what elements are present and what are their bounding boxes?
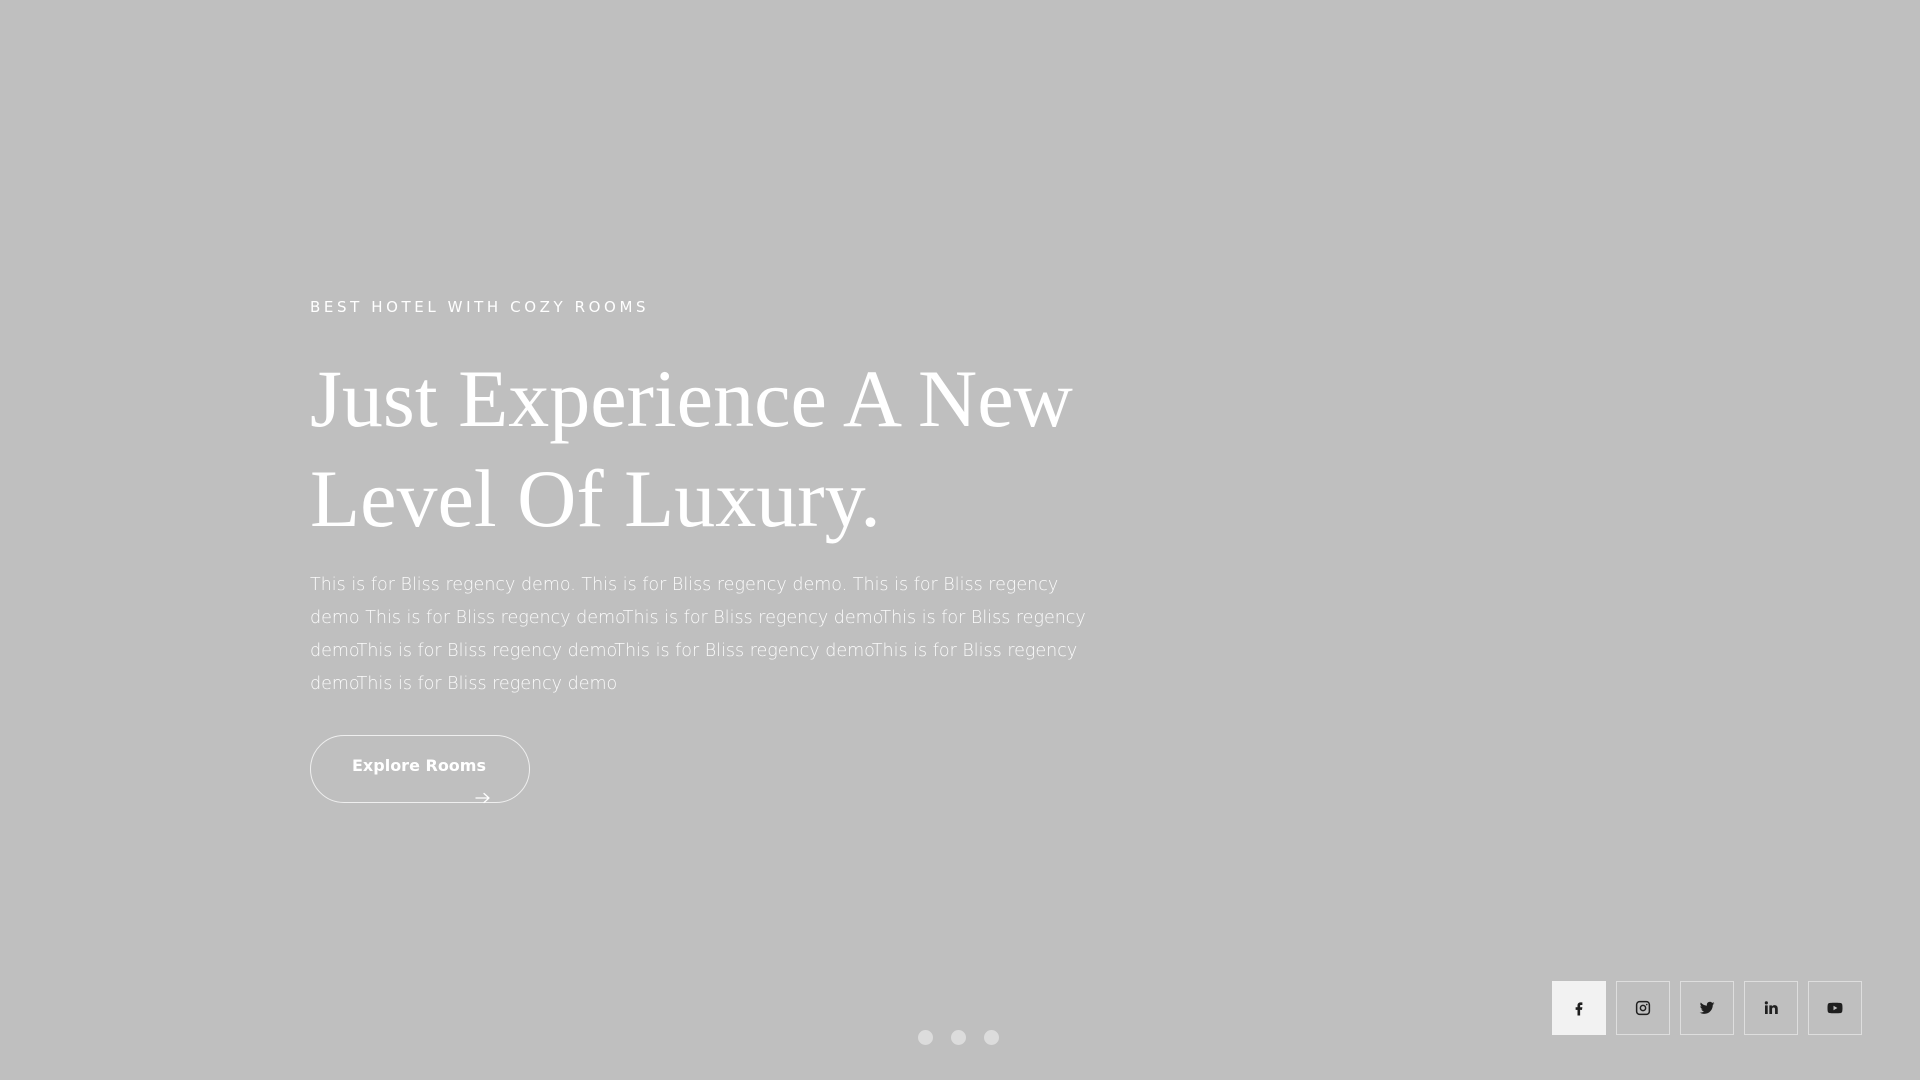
instagram-icon — [1635, 1000, 1651, 1016]
slider-pagination — [918, 1030, 999, 1045]
hero-headline-line2: Level Of Luxury. — [310, 453, 881, 544]
hero-eyebrow: BEST HOTEL WITH COZY ROOMS — [310, 298, 650, 316]
linkedin-button[interactable] — [1744, 981, 1798, 1035]
hero-headline: Just Experience A New Level Of Luxury. — [310, 349, 1130, 549]
hero-section: BEST HOTEL WITH COZY ROOMS Just Experien… — [310, 300, 1110, 807]
instagram-button[interactable] — [1616, 981, 1670, 1035]
slider-dot-2[interactable] — [951, 1030, 966, 1045]
hero-description: This is for Bliss regency demo. This is … — [310, 575, 1086, 694]
hero-headline-line1: Just Experience A New — [310, 353, 1073, 444]
facebook-icon — [1575, 1002, 1583, 1016]
facebook-button[interactable] — [1552, 981, 1606, 1035]
twitter-icon — [1699, 1001, 1715, 1014]
slider-dot-1[interactable] — [918, 1030, 933, 1045]
explore-rooms-button[interactable]: Explore Rooms — [310, 735, 530, 804]
linkedin-icon — [1764, 1001, 1778, 1014]
arrow-right-icon — [475, 792, 490, 804]
youtube-icon — [1827, 1002, 1843, 1014]
explore-rooms-label: Explore Rooms — [352, 756, 486, 775]
youtube-button[interactable] — [1808, 981, 1862, 1035]
social-links — [1552, 981, 1862, 1035]
twitter-button[interactable] — [1680, 981, 1734, 1035]
slider-dot-3[interactable] — [984, 1030, 999, 1045]
